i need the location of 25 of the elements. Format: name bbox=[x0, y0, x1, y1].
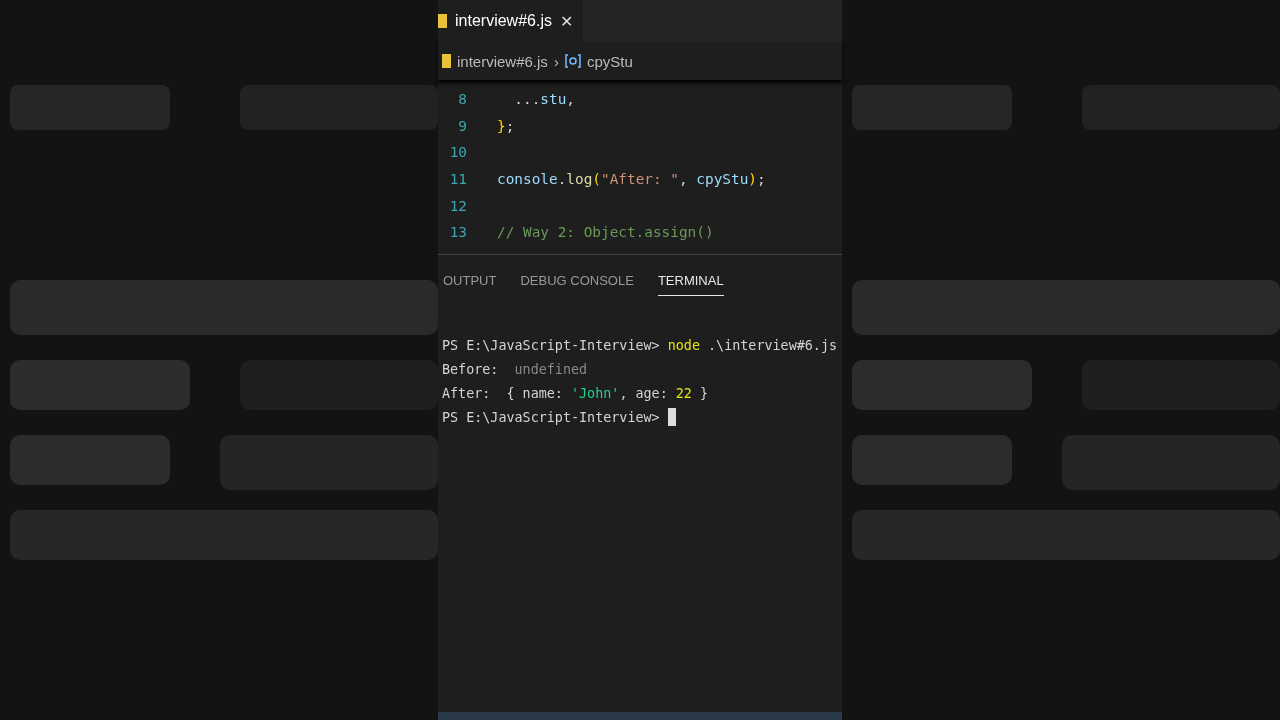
js-file-icon bbox=[438, 14, 447, 28]
line-number: 13 bbox=[448, 224, 467, 241]
variable-icon bbox=[564, 54, 581, 68]
breadcrumb-separator: › bbox=[553, 52, 559, 70]
terminal-line: PS E:\JavaScript-Interview> bbox=[442, 409, 661, 425]
code-line: // Way 2: Object.assign() bbox=[497, 224, 714, 241]
panel-tab[interactable]: TERMINAL bbox=[657, 271, 724, 296]
line-number: 9 bbox=[457, 117, 467, 134]
terminal-line: PS E:\JavaScript-Interview> node .\interview#6.js bbox=[442, 337, 838, 353]
panel-tab[interactable]: DEBUG CONSOLE bbox=[520, 271, 634, 296]
close-icon[interactable]: ✕ bbox=[559, 11, 573, 31]
editor-tab[interactable]: interview#6.js ✕ bbox=[438, 0, 583, 42]
terminal-line: After: { name: 'John', age: 22 } bbox=[442, 385, 709, 401]
code-line: }; bbox=[497, 117, 515, 134]
line-number: 10 bbox=[448, 144, 467, 161]
terminal-line: Before: undefined bbox=[442, 361, 588, 377]
code-line: ...stu, bbox=[513, 91, 575, 108]
line-number: 8 bbox=[457, 91, 467, 108]
line-number: 11 bbox=[448, 171, 467, 188]
breadcrumb-item[interactable]: cpyStu bbox=[586, 52, 633, 70]
code-line: console.log("After: ", cpyStu); bbox=[497, 171, 766, 188]
breadcrumb-item[interactable]: interview#6.js bbox=[457, 52, 548, 70]
line-number: 12 bbox=[448, 197, 467, 214]
panel-tab[interactable]: OUTPUT bbox=[443, 271, 497, 296]
js-file-icon bbox=[442, 54, 451, 68]
